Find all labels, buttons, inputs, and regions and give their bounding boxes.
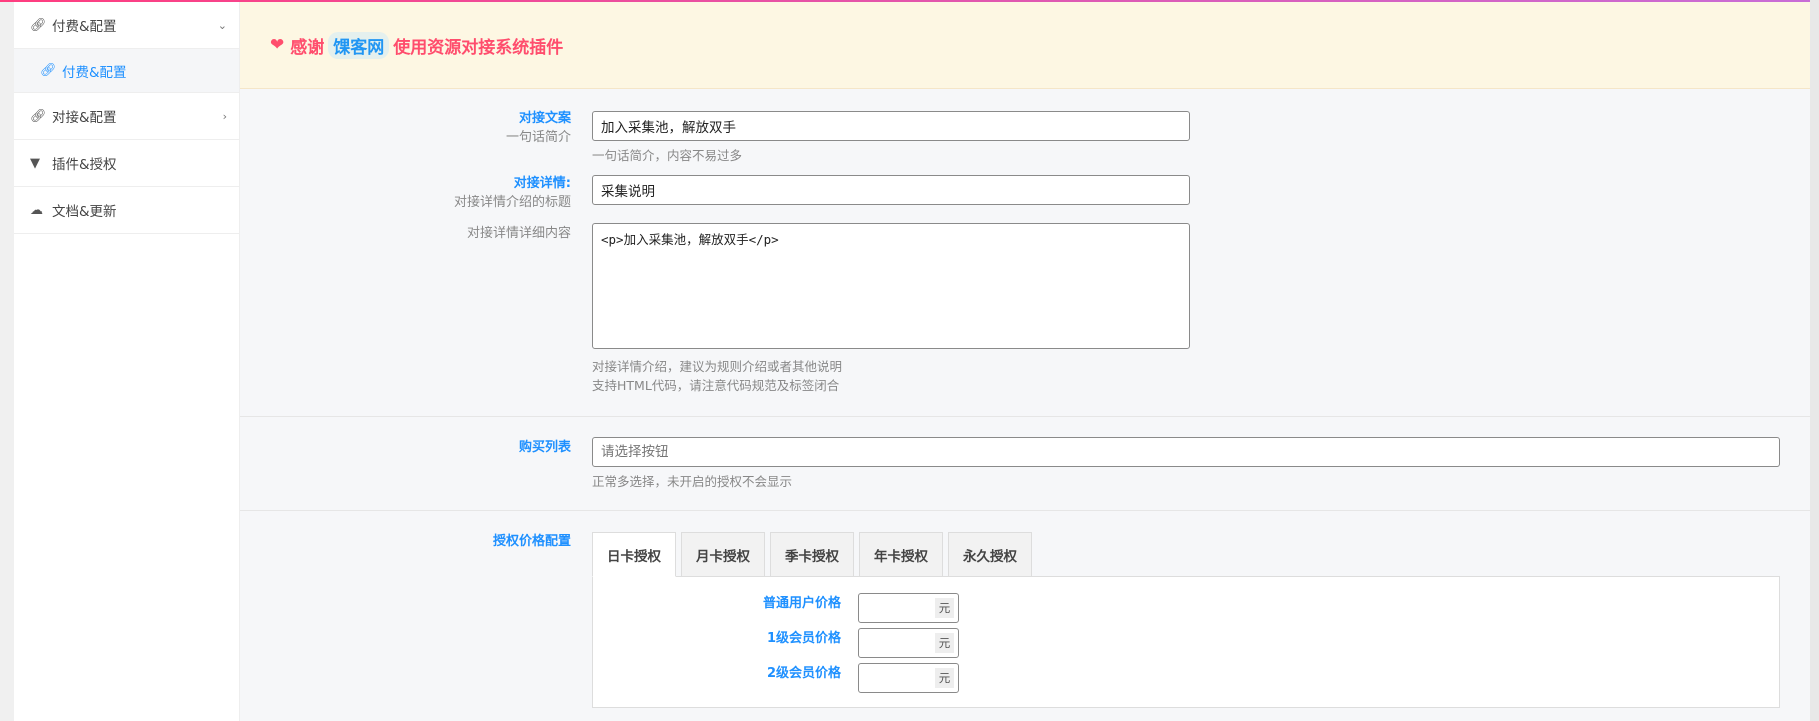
detail-content-help-2: 支持HTML代码，请注意代码规范及标签闭合 [592, 378, 840, 393]
heart-icon: ❤ [270, 35, 285, 55]
link-icon: 🔗︎ [30, 108, 47, 124]
detail-title-input[interactable]: 采集说明 [592, 175, 1190, 205]
section-divider [240, 510, 1810, 511]
copy-label-title: 对接文案 [518, 111, 571, 126]
copy-input[interactable]: 加入采集池，解放双手 [592, 111, 1190, 141]
detail-title-label-title: 对接详情: [513, 176, 571, 191]
sidebar-subitem-payment-config[interactable]: 🔗︎ 付费&配置 [14, 49, 239, 93]
sidebar-item-docs-update[interactable]: ☁ 文档&更新 [14, 187, 239, 234]
thanks-banner: ❤ 感谢 馃客网 使用资源对接系统插件 [240, 2, 1810, 89]
sidebar-item-label: 对接&配置 [52, 110, 117, 126]
buy-list-help: 正常多选择，未开启的授权不会显示 [592, 474, 793, 489]
price-input-level1[interactable]: 元 [858, 628, 959, 658]
chevron-down-icon: ⌄ [217, 18, 227, 32]
scrollbar-track[interactable] [1810, 0, 1819, 721]
sidebar-item-docking-config[interactable]: 🔗︎ 对接&配置 › [14, 93, 239, 140]
section-divider [240, 416, 1810, 417]
price-tab-panel: 普通用户价格 元 1级会员价格 元 2级会员价格 元 [592, 576, 1780, 708]
detail-title-label: 对接详情: 对接详情介绍的标题 [454, 174, 571, 212]
buy-list-select[interactable] [592, 437, 1780, 467]
copy-help: 一句话简介，内容不易过多 [592, 148, 743, 163]
detail-title-label-subtitle: 对接详情介绍的标题 [453, 195, 571, 210]
chevron-right-icon: › [222, 109, 227, 123]
tab-month[interactable]: 月卡授权 [681, 532, 765, 577]
link-icon: 🔗︎ [40, 63, 57, 78]
detail-content-label-subtitle: 对接详情详细内容 [466, 226, 571, 241]
banner-prefix: 感谢 [290, 37, 325, 58]
tab-day[interactable]: 日卡授权 [592, 532, 676, 577]
cloud-upload-icon: ☁ [30, 202, 43, 218]
price-input-level2[interactable]: 元 [858, 663, 959, 693]
sidebar-item-label: 付费&配置 [52, 19, 117, 35]
detail-content-textarea[interactable]: <p>加入采集池，解放双手</p> [592, 223, 1190, 349]
sidebar-item-plugin-auth[interactable]: ▼ 插件&授权 [14, 140, 239, 187]
main-content: ❤ 感谢 馃客网 使用资源对接系统插件 对接文案 一句话简介 加入采集池，解放双… [240, 2, 1810, 721]
banner-suffix: 使用资源对接系统插件 [393, 37, 564, 58]
sidebar-item-payment-config[interactable]: 🔗︎ 付费&配置 ⌄ [14, 2, 239, 49]
tab-permanent[interactable]: 永久授权 [948, 532, 1032, 577]
detail-content-help-1: 对接详情介绍，建议为规则介绍或者其他说明 [592, 359, 843, 374]
price-row-label: 普通用户价格 [762, 596, 841, 611]
price-input-normal[interactable]: 元 [858, 593, 959, 623]
banner-brand: 馃客网 [328, 31, 390, 59]
link-icon: 🔗︎ [30, 17, 47, 33]
sidebar-item-label: 付费&配置 [62, 64, 127, 81]
copy-label-subtitle: 一句话简介 [505, 130, 571, 145]
buy-list-label: 购买列表 [519, 438, 571, 457]
buy-list-label-title: 购买列表 [518, 440, 571, 455]
price-config-label-title: 授权价格配置 [492, 534, 571, 549]
price-config-label: 授权价格配置 [493, 532, 571, 551]
unit-addon: 元 [935, 598, 954, 618]
gitlab-icon: ▼ [30, 155, 40, 171]
unit-addon: 元 [935, 633, 954, 653]
copy-label: 对接文案 一句话简介 [506, 109, 571, 147]
detail-content-label: 对接详情详细内容 [467, 224, 571, 243]
tab-quarter[interactable]: 季卡授权 [770, 532, 854, 577]
sidebar-item-label: 文档&更新 [52, 204, 117, 220]
sidebar-item-label: 插件&授权 [52, 157, 117, 173]
price-row-label: 2级会员价格 [766, 666, 841, 681]
tab-year[interactable]: 年卡授权 [859, 532, 943, 577]
price-row-label: 1级会员价格 [766, 631, 841, 646]
sidebar: 🔗︎ 付费&配置 ⌄ 🔗︎ 付费&配置 🔗︎ 对接&配置 › ▼ 插件&授权 ☁… [14, 2, 240, 721]
unit-addon: 元 [935, 668, 954, 688]
